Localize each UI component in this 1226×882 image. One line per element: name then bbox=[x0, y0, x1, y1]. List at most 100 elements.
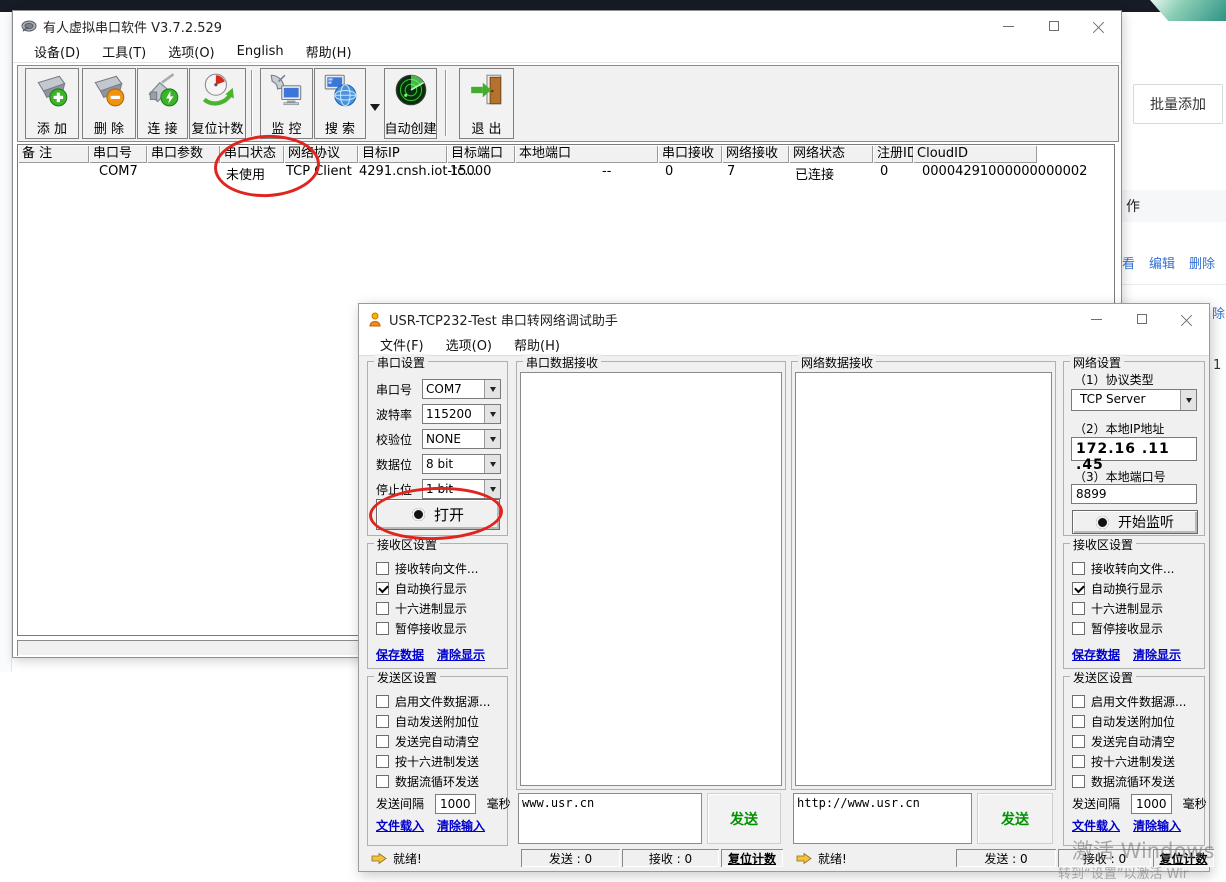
serial-tx-count: 发送 : 0 bbox=[521, 849, 620, 867]
save-data-link[interactable]: 保存数据 bbox=[1072, 646, 1120, 663]
auto-append-checkbox[interactable] bbox=[376, 715, 389, 728]
dropdown-button[interactable] bbox=[484, 455, 500, 473]
start-listen-button[interactable]: 开始监听 bbox=[1072, 510, 1198, 534]
load-file-link[interactable]: 文件载入 bbox=[376, 817, 424, 834]
network-receive-area[interactable] bbox=[795, 372, 1052, 786]
file-source-checkbox[interactable] bbox=[376, 695, 389, 708]
edit-link[interactable]: 编辑 bbox=[1149, 253, 1175, 272]
serial-reset-count-button[interactable]: 复位计数 bbox=[721, 849, 783, 867]
recv-to-file-checkbox[interactable] bbox=[1072, 562, 1085, 575]
parity-select[interactable]: NONE bbox=[422, 429, 501, 449]
connect-button[interactable]: 连 接 bbox=[137, 68, 188, 139]
dropdown-button[interactable] bbox=[484, 405, 500, 423]
pause-recv-checkbox[interactable] bbox=[1072, 622, 1085, 635]
search-dropdown-arrow-icon[interactable] bbox=[370, 104, 380, 116]
serial-receive-area[interactable] bbox=[520, 372, 782, 786]
hex-send-checkbox[interactable] bbox=[376, 755, 389, 768]
pause-recv-checkbox[interactable] bbox=[376, 622, 389, 635]
search-button[interactable]: 搜 索 bbox=[314, 68, 366, 139]
close-button[interactable] bbox=[1076, 11, 1121, 41]
save-data-link[interactable]: 保存数据 bbox=[376, 646, 424, 663]
clear-display-link[interactable]: 清除显示 bbox=[1133, 646, 1181, 663]
delete-port-button[interactable]: 删 除 bbox=[82, 68, 136, 139]
pause-recv-row: 暂停接收显示 bbox=[1072, 621, 1198, 636]
file-source-row: 启用文件数据源... bbox=[1072, 694, 1198, 709]
col-reg-id[interactable]: 注册ID bbox=[873, 145, 913, 163]
delete-link-partial[interactable]: 除 bbox=[1212, 303, 1225, 322]
hex-display-checkbox[interactable] bbox=[1072, 602, 1085, 615]
col-serial-rx[interactable]: 串口接收 bbox=[658, 145, 722, 163]
clear-display-link[interactable]: 清除显示 bbox=[437, 646, 485, 663]
clear-input-link[interactable]: 清除输入 bbox=[437, 817, 485, 834]
local-port-input[interactable]: 8899 bbox=[1071, 484, 1197, 504]
auto-append-checkbox[interactable] bbox=[1072, 715, 1085, 728]
recv-to-file-checkbox[interactable] bbox=[376, 562, 389, 575]
menu-tools[interactable]: 工具(T) bbox=[91, 40, 157, 63]
serial-settings-title: 串口设置 bbox=[374, 354, 428, 371]
col-target-port[interactable]: 目标端口 bbox=[447, 145, 515, 163]
serial-send-button[interactable]: 发送 bbox=[707, 793, 781, 844]
network-send-button[interactable]: 发送 bbox=[977, 793, 1053, 844]
local-ip-input[interactable]: 172.16 .11 .45 bbox=[1071, 437, 1197, 461]
loop-send-checkbox[interactable] bbox=[1072, 775, 1085, 788]
col-net-status[interactable]: 网络状态 bbox=[789, 145, 873, 163]
serial-send-input[interactable]: www.usr.cn bbox=[518, 793, 702, 844]
close-button[interactable] bbox=[1164, 304, 1209, 334]
auto-wrap-checkbox[interactable] bbox=[1072, 582, 1085, 595]
menu-options[interactable]: 选项(O) bbox=[157, 40, 225, 63]
loop-send-checkbox[interactable] bbox=[376, 775, 389, 788]
send-interval-input[interactable]: 1000 bbox=[435, 794, 476, 814]
menu-device[interactable]: 设备(D) bbox=[23, 40, 91, 63]
col-net-rx[interactable]: 网络接收 bbox=[722, 145, 789, 163]
exit-button[interactable]: 退 出 bbox=[459, 68, 514, 139]
send-interval-input[interactable]: 1000 bbox=[1131, 794, 1172, 814]
data-bits-select[interactable]: 8 bit bbox=[422, 454, 501, 474]
hex-send-checkbox[interactable] bbox=[1072, 755, 1085, 768]
auto-clear-checkbox[interactable] bbox=[1072, 735, 1085, 748]
load-file-link[interactable]: 文件载入 bbox=[1072, 817, 1120, 834]
clear-input-link[interactable]: 清除输入 bbox=[1133, 817, 1181, 834]
menu-help[interactable]: 帮助(H) bbox=[503, 333, 571, 356]
add-port-button[interactable]: 添 加 bbox=[25, 68, 79, 139]
auto-wrap-checkbox[interactable] bbox=[376, 582, 389, 595]
hex-send-row: 按十六进制发送 bbox=[1072, 754, 1198, 769]
protocol-type-select[interactable]: TCP Server bbox=[1071, 389, 1197, 411]
auto-clear-checkbox[interactable] bbox=[376, 735, 389, 748]
file-source-checkbox[interactable] bbox=[1072, 695, 1085, 708]
maximize-button[interactable] bbox=[1119, 304, 1164, 334]
delete-link[interactable]: 删除 bbox=[1189, 253, 1215, 272]
dropdown-button[interactable] bbox=[484, 430, 500, 448]
maximize-button[interactable] bbox=[1031, 11, 1076, 41]
test-titlebar[interactable]: USR-TCP232-Test 串口转网络调试助手 bbox=[359, 304, 1209, 334]
minimize-button[interactable] bbox=[986, 11, 1031, 41]
col-local-port[interactable]: 本地端口 bbox=[515, 145, 658, 163]
col-remark[interactable]: 备 注 bbox=[18, 145, 89, 163]
file-source-label: 启用文件数据源... bbox=[1091, 693, 1186, 710]
menu-help[interactable]: 帮助(H) bbox=[295, 40, 363, 63]
auto-create-button[interactable]: 自动创建 bbox=[384, 68, 437, 139]
recv-to-file-row: 接收转向文件... bbox=[376, 561, 501, 576]
batch-add-button[interactable]: 批量添加 bbox=[1133, 84, 1223, 124]
view-link[interactable]: 看 bbox=[1122, 253, 1135, 272]
baud-rate-select[interactable]: 115200 bbox=[422, 404, 501, 424]
menu-options[interactable]: 选项(O) bbox=[435, 333, 503, 356]
reset-count-button[interactable]: 复位计数 bbox=[189, 68, 246, 139]
col-com[interactable]: 串口号 bbox=[89, 145, 147, 163]
serial-port-remove-icon bbox=[90, 71, 128, 109]
data-bits-row: 数据位 8 bit bbox=[376, 454, 501, 474]
protocol-type-label: （1）协议类型 bbox=[1074, 371, 1154, 388]
monitor-button[interactable]: 监 控 bbox=[260, 68, 313, 139]
menu-english[interactable]: English bbox=[226, 42, 295, 61]
hex-display-checkbox[interactable] bbox=[376, 602, 389, 615]
menu-file[interactable]: 文件(F) bbox=[369, 333, 435, 356]
col-target-ip[interactable]: 目标IP bbox=[358, 145, 447, 163]
dropdown-button[interactable] bbox=[1180, 390, 1196, 410]
dropdown-button[interactable] bbox=[484, 380, 500, 398]
table-row[interactable]: COM7 未使用 TCP Client 4291.cnsh.iot-tc... … bbox=[18, 163, 1114, 181]
col-params[interactable]: 串口参数 bbox=[147, 145, 220, 163]
network-send-input[interactable]: http://www.usr.cn bbox=[793, 793, 972, 844]
com-port-select[interactable]: COM7 bbox=[422, 379, 501, 399]
minimize-button[interactable] bbox=[1074, 304, 1119, 334]
vsp-titlebar[interactable]: 有人虚拟串口软件 V3.7.2.529 bbox=[13, 11, 1121, 41]
col-cloud-id[interactable]: CloudID bbox=[913, 145, 1037, 163]
